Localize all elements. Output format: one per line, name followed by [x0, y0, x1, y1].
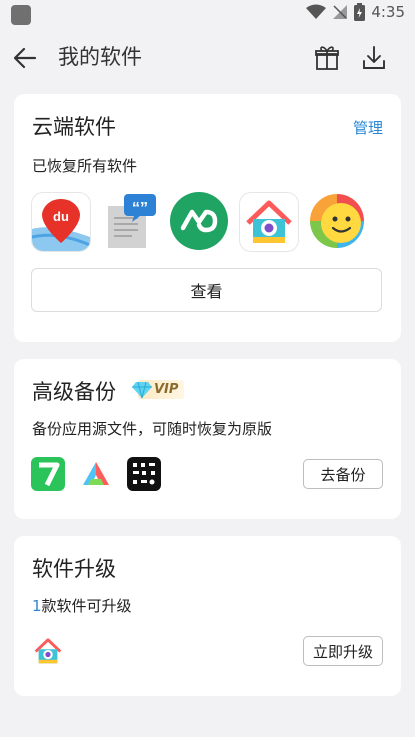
battery-charging-icon	[354, 3, 366, 21]
upgrade-count-suffix: 款软件可升级	[41, 597, 132, 615]
upgrade-count: 1	[32, 597, 42, 615]
page-title: 我的软件	[58, 45, 142, 69]
backup-card-title: 高级备份	[32, 380, 116, 404]
triangle-a-icon[interactable]	[79, 457, 113, 491]
status-time: 4:35	[371, 3, 405, 21]
download-icon[interactable]	[360, 44, 388, 72]
green-infinity-icon[interactable]	[170, 192, 228, 250]
house-camera-icon[interactable]	[239, 192, 299, 252]
header: 我的软件	[0, 35, 415, 81]
advanced-backup-card: 高级备份 VIP 备份应用源文件，可随时恢复为原版 去备份	[14, 359, 401, 519]
upgrade-card-title: 软件升级	[32, 557, 116, 581]
upgrade-count-text: 1款软件可升级	[32, 596, 132, 616]
view-button[interactable]: 查看	[31, 268, 382, 312]
manage-link[interactable]: 管理	[353, 118, 383, 138]
qr-grid-icon[interactable]	[127, 457, 161, 491]
back-arrow-icon[interactable]	[10, 43, 40, 73]
software-upgrade-card: 软件升级 1款软件可升级 立即升级	[14, 536, 401, 696]
smiley-browser-icon[interactable]	[308, 192, 366, 250]
diamond-icon	[132, 381, 152, 398]
cloud-card-title: 云端软件	[32, 115, 116, 139]
upgrade-now-button[interactable]: 立即升级	[303, 636, 383, 666]
status-bar: 4:35	[0, 0, 415, 30]
gift-icon[interactable]	[313, 44, 341, 72]
backup-card-subtitle: 备份应用源文件，可随时恢复为原版	[32, 420, 273, 438]
wifi-icon	[306, 4, 327, 19]
green-seven-icon[interactable]	[31, 457, 65, 491]
cloud-card-subtitle: 已恢复所有软件	[32, 157, 138, 175]
svg-text:du: du	[53, 209, 69, 224]
vip-badge: VIP	[132, 380, 185, 399]
no-signal-icon	[333, 5, 348, 19]
baidu-map-icon[interactable]: du	[31, 192, 91, 252]
svg-text:“”: “”	[132, 200, 148, 217]
house-camera-icon[interactable]	[31, 634, 65, 668]
cloud-software-card: 云端软件 管理 已恢复所有软件 du “” 查看	[14, 94, 401, 342]
status-right: 4:35	[306, 3, 405, 21]
backup-button[interactable]: 去备份	[303, 459, 383, 489]
notification-icon	[11, 5, 31, 25]
quote-doc-icon[interactable]: “”	[102, 192, 160, 250]
